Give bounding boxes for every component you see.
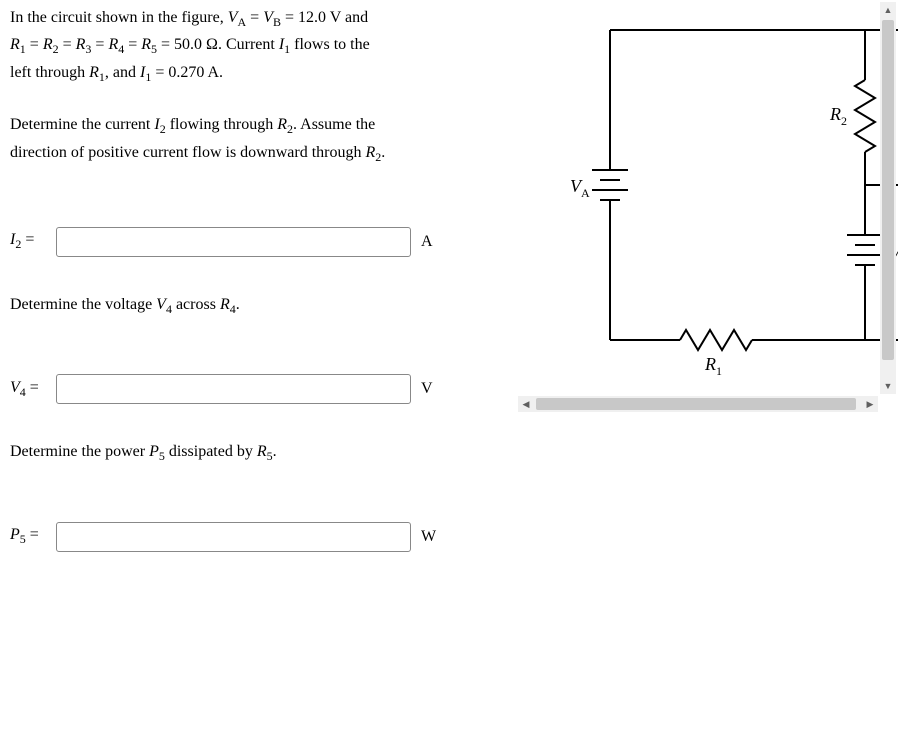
var-R2: R: [277, 116, 287, 133]
var-R4: R: [220, 296, 230, 313]
problem-statement: In the circuit shown in the figure, VA =…: [10, 5, 450, 87]
var-R1: R: [89, 64, 99, 81]
text: .: [236, 296, 240, 313]
var-R5: R: [141, 36, 151, 53]
text: =: [59, 36, 76, 53]
var-VB: V: [263, 9, 273, 26]
text: Determine the power: [10, 443, 149, 460]
text: direction of positive current flow is do…: [10, 144, 365, 161]
circuit-figure-panel: VA VB R1 R2 R3 R4 R5: [510, 0, 898, 395]
unit-A: A: [421, 233, 433, 251]
text: = 12.0 V and: [281, 9, 368, 26]
sub: B: [273, 15, 281, 29]
text: .: [381, 144, 385, 161]
problem-content: In the circuit shown in the figure, VA =…: [10, 5, 450, 587]
var-P5: P: [149, 443, 159, 460]
unit-V: V: [421, 380, 433, 398]
vertical-scrollbar-visible[interactable]: ▲ ▼: [880, 2, 896, 394]
text: across: [172, 296, 220, 313]
var: P: [10, 526, 20, 543]
sub: A: [238, 15, 247, 29]
text: =: [26, 36, 43, 53]
label-VA: VA: [570, 176, 590, 200]
text: .: [273, 443, 277, 460]
text: Determine the current: [10, 116, 154, 133]
eq: =: [21, 231, 34, 248]
scroll-right-arrow-icon[interactable]: ▶: [862, 396, 878, 412]
text: In the circuit shown in the figure,: [10, 9, 228, 26]
text: left through: [10, 64, 89, 81]
text: . Assume the: [293, 116, 375, 133]
text: =: [91, 36, 108, 53]
var: V: [10, 379, 20, 396]
answer-row-P5: P5 = W: [10, 522, 450, 552]
var-R5: R: [257, 443, 267, 460]
text: =: [124, 36, 141, 53]
question-2: Determine the voltage V4 across R4.: [10, 292, 450, 319]
var-R2: R: [365, 144, 375, 161]
eq: =: [26, 526, 39, 543]
input-P5[interactable]: [56, 522, 411, 552]
var-R4: R: [108, 36, 118, 53]
text: Determine the voltage: [10, 296, 156, 313]
text: , and: [105, 64, 140, 81]
label-R1: R1: [704, 354, 722, 378]
var-V4: V: [156, 296, 166, 313]
circuit-diagram: VA VB R1 R2 R3 R4 R5: [520, 20, 898, 390]
text: dissipated by: [165, 443, 257, 460]
text: flows to the: [290, 36, 370, 53]
label-R2: R2: [829, 104, 847, 128]
scroll-up-arrow-icon[interactable]: ▲: [880, 2, 896, 18]
label-V4: V4 =: [10, 379, 48, 400]
var-R3: R: [76, 36, 86, 53]
scroll-left-arrow-icon[interactable]: ◀: [518, 396, 534, 412]
input-V4[interactable]: [56, 374, 411, 404]
var-R2: R: [43, 36, 53, 53]
label-P5: P5 =: [10, 526, 48, 547]
text: = 50.0 Ω. Current: [157, 36, 279, 53]
scroll-thumb-vert[interactable]: [882, 20, 894, 360]
label-I2: I2 =: [10, 231, 48, 252]
input-I2[interactable]: [56, 227, 411, 257]
horizontal-scrollbar[interactable]: ◀ ▶: [518, 396, 878, 412]
answer-row-I2: I2 = A: [10, 227, 450, 257]
text: = 0.270 A.: [151, 64, 223, 81]
question-3: Determine the power P5 dissipated by R5.: [10, 439, 450, 466]
scroll-down-arrow-icon[interactable]: ▼: [880, 378, 896, 394]
answer-row-V4: V4 = V: [10, 374, 450, 404]
question-1: Determine the current I2 flowing through…: [10, 112, 450, 167]
eq: =: [26, 379, 39, 396]
var-R1: R: [10, 36, 20, 53]
unit-W: W: [421, 528, 436, 546]
scroll-thumb-horiz[interactable]: [536, 398, 856, 410]
var-VA: V: [228, 9, 238, 26]
text: =: [246, 9, 263, 26]
text: flowing through: [166, 116, 278, 133]
